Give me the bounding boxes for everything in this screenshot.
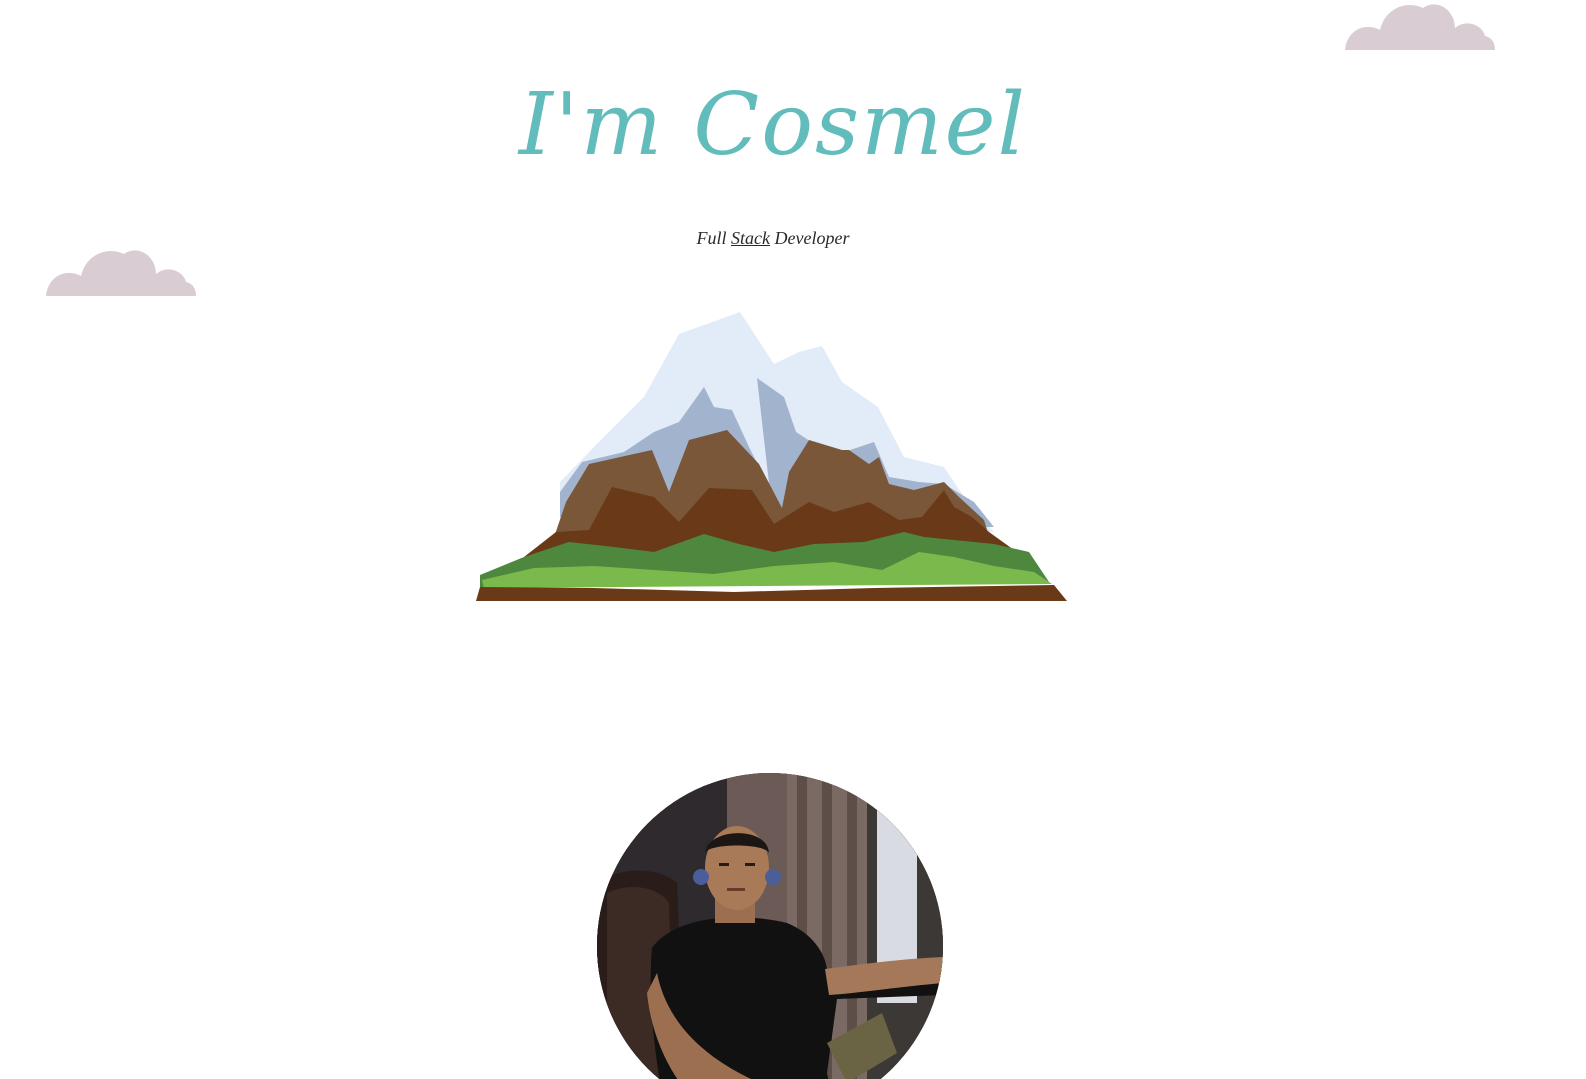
subtitle-prefix: Full — [696, 228, 727, 248]
mountain-illustration — [476, 312, 1067, 601]
cloud-icon — [46, 250, 196, 296]
subtitle-suffix: Developer — [774, 228, 850, 248]
cloud-icon — [1345, 4, 1495, 50]
stack-link[interactable]: Stack — [731, 228, 770, 248]
page-title: I'm Cosmel — [518, 75, 1028, 175]
subtitle: Full Stack Developer — [0, 227, 1546, 249]
profile-photo — [597, 773, 943, 1079]
